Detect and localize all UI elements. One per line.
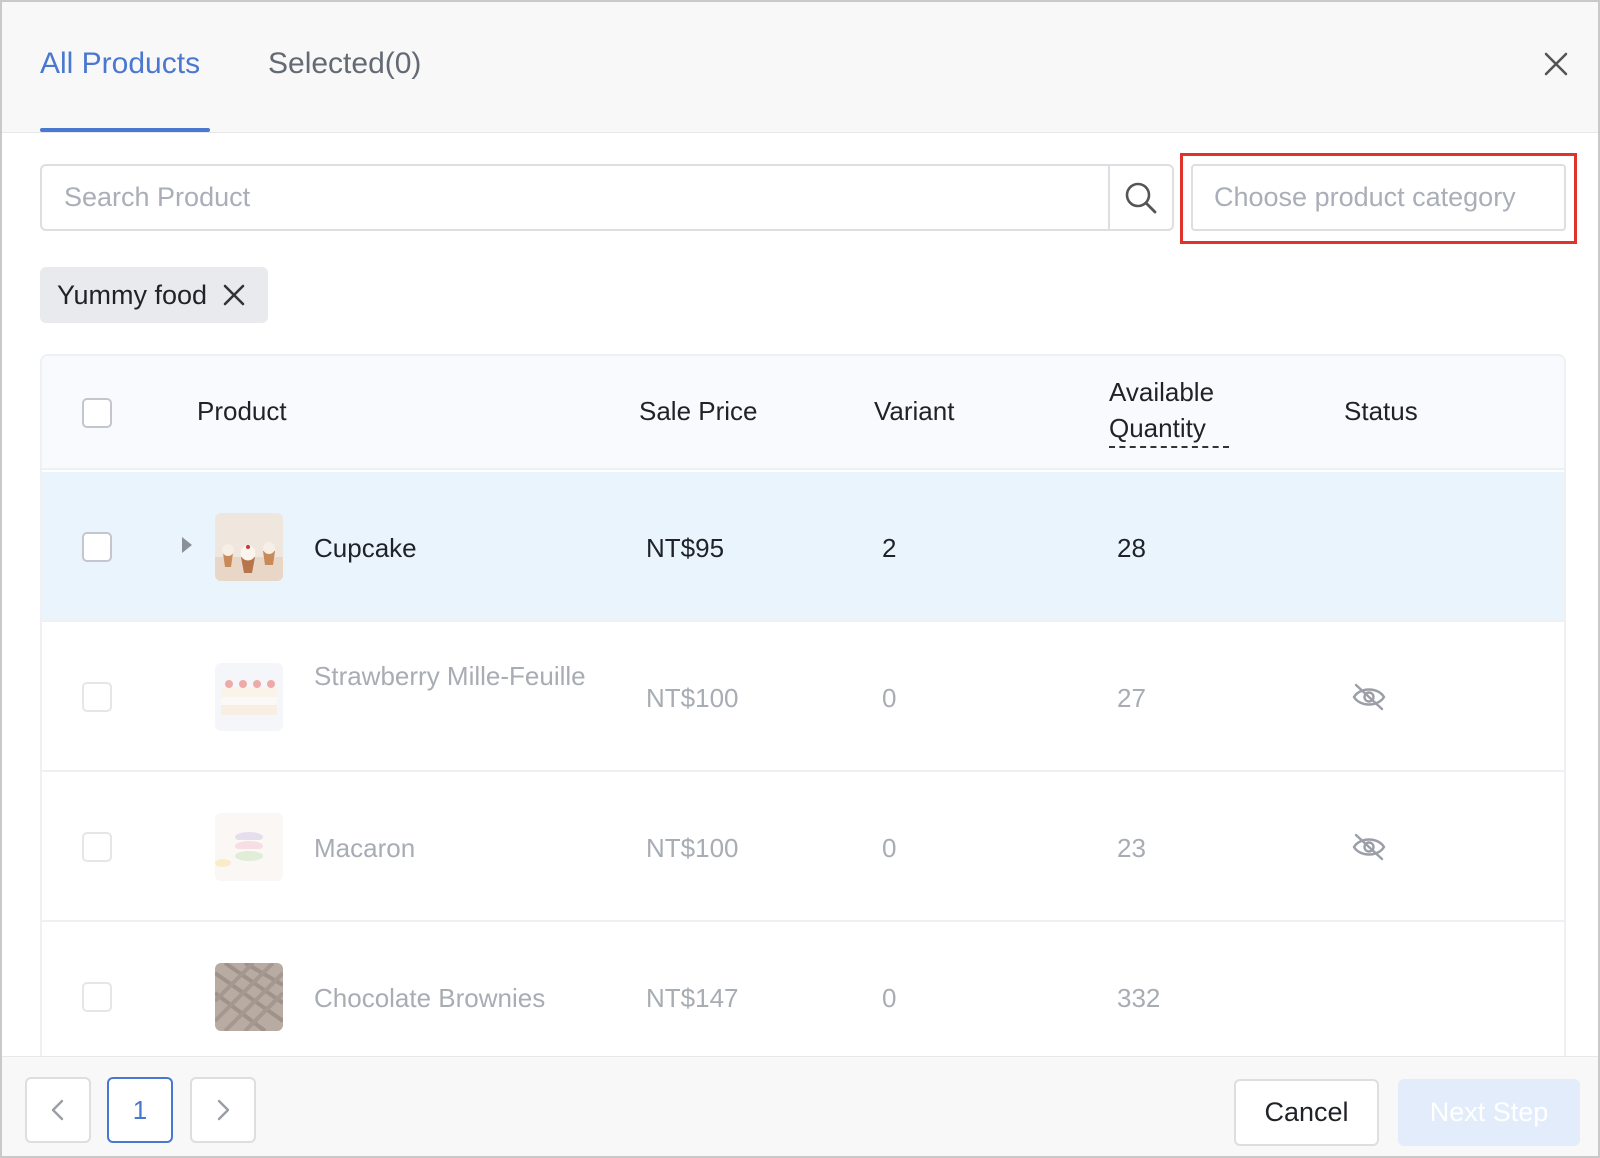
table-row: Chocolate Brownies NT$147 0 332	[42, 922, 1564, 1064]
search-box	[40, 164, 1174, 231]
product-quantity: 332	[1117, 983, 1161, 1013]
table-row: Strawberry Mille-Feuille NT$100 0 27	[42, 622, 1564, 772]
search-button[interactable]	[1108, 166, 1172, 229]
close-icon[interactable]	[1538, 46, 1574, 82]
column-available-quantity: Available Quantity	[1109, 374, 1229, 449]
category-select[interactable]: Choose product category	[1191, 164, 1566, 231]
product-variant-count: 0	[882, 683, 897, 713]
product-thumbnail	[215, 963, 283, 1031]
product-name: Cupcake	[314, 533, 417, 563]
search-icon	[1125, 182, 1157, 213]
dialog-header: All Products Selected(0)	[2, 2, 1598, 133]
table-header: Product Sale Price Variant Available Qua…	[42, 356, 1564, 470]
product-thumbnail	[215, 663, 283, 731]
column-available-quantity-label: Available Quantity	[1109, 374, 1229, 448]
row-checkbox	[82, 832, 112, 862]
column-status: Status	[1344, 396, 1418, 426]
product-table: Product Sale Price Variant Available Qua…	[40, 354, 1566, 1066]
product-price: NT$100	[646, 683, 739, 713]
chevron-left-icon	[51, 1099, 64, 1121]
product-quantity: 23	[1117, 833, 1146, 863]
product-variant-count: 0	[882, 983, 897, 1013]
product-name: Chocolate Brownies	[314, 983, 546, 1013]
cancel-button[interactable]: Cancel	[1234, 1079, 1379, 1146]
product-price: NT$147	[646, 983, 739, 1013]
dialog-footer: 1 Cancel Next Step	[2, 1056, 1598, 1156]
search-input[interactable]	[42, 166, 1107, 229]
product-price: NT$95	[646, 533, 725, 563]
eye-off-icon	[1352, 832, 1386, 862]
row-checkbox[interactable]	[82, 532, 112, 562]
chevron-right-icon	[217, 1099, 230, 1121]
active-tab-indicator	[40, 128, 210, 132]
next-step-button[interactable]: Next Step	[1398, 1079, 1580, 1146]
column-variant: Variant	[874, 396, 955, 426]
column-sale-price: Sale Price	[639, 396, 758, 426]
product-thumbnail	[215, 813, 283, 881]
table-row: Macaron NT$100 0 23	[42, 772, 1564, 922]
product-price: NT$100	[646, 833, 739, 863]
expand-arrow-icon[interactable]	[180, 534, 194, 556]
column-product: Product	[197, 396, 287, 426]
next-page-button[interactable]	[190, 1077, 256, 1143]
prev-page-button[interactable]	[25, 1077, 91, 1143]
product-picker-dialog: All Products Selected(0) Choose product …	[0, 0, 1600, 1158]
product-quantity: 27	[1117, 683, 1146, 713]
product-thumbnail	[215, 513, 283, 581]
page-number-button[interactable]: 1	[107, 1077, 173, 1143]
tab-selected[interactable]: Selected(0)	[268, 44, 421, 84]
table-row[interactable]: Cupcake NT$95 2 28	[42, 472, 1564, 622]
product-name: Strawberry Mille-Feuille	[314, 661, 586, 691]
tag-close-icon[interactable]	[220, 281, 248, 309]
eye-off-icon	[1352, 682, 1386, 712]
tab-all-products[interactable]: All Products	[40, 44, 200, 84]
product-quantity: 28	[1117, 533, 1146, 563]
product-variant-count: 2	[882, 533, 897, 563]
product-name: Macaron	[314, 833, 416, 863]
filter-tag-label: Yummy food	[57, 279, 208, 310]
row-checkbox	[82, 682, 112, 712]
select-all-checkbox[interactable]	[82, 398, 112, 428]
row-checkbox	[82, 982, 112, 1012]
filter-tag: Yummy food	[40, 267, 268, 323]
product-variant-count: 0	[882, 833, 897, 863]
